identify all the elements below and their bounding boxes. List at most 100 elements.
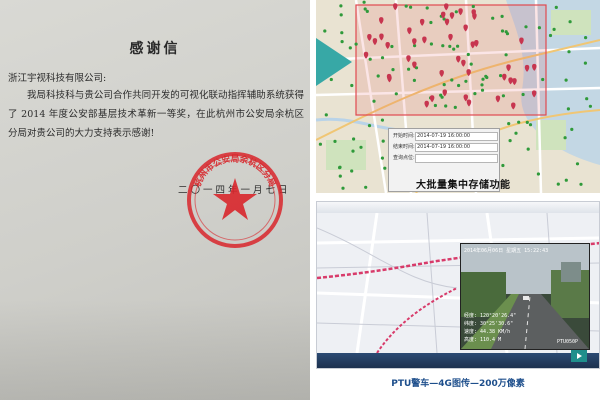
camera-point-icon[interactable]	[501, 163, 505, 168]
camera-point-icon[interactable]	[376, 74, 380, 78]
camera-point-icon[interactable]	[588, 104, 592, 108]
camera-point-icon[interactable]	[383, 166, 387, 170]
camera-point-icon[interactable]	[567, 50, 571, 54]
camera-point-icon[interactable]	[507, 122, 511, 126]
camera-point-icon[interactable]	[514, 131, 518, 135]
event-pin-icon[interactable]	[495, 95, 501, 103]
camera-point-icon[interactable]	[575, 162, 580, 166]
camera-point-icon[interactable]	[380, 56, 385, 60]
camera-point-icon[interactable]	[364, 185, 368, 189]
camera-field[interactable]	[415, 154, 498, 163]
event-pin-icon[interactable]	[429, 95, 435, 103]
camera-point-icon[interactable]	[564, 78, 568, 82]
camera-point-icon[interactable]	[564, 178, 568, 182]
event-pin-icon[interactable]	[443, 3, 449, 11]
camera-point-icon[interactable]	[333, 139, 337, 143]
camera-point-icon[interactable]	[517, 120, 521, 124]
camera-point-icon[interactable]	[469, 62, 473, 66]
camera-point-icon[interactable]	[354, 42, 358, 46]
camera-point-icon[interactable]	[499, 74, 503, 78]
camera-point-icon[interactable]	[528, 123, 533, 127]
end-time-field[interactable]: 2014-07-19 16:00:00	[415, 143, 498, 152]
event-pin-icon[interactable]	[407, 27, 412, 35]
camera-point-icon[interactable]	[339, 4, 343, 8]
event-pin-icon[interactable]	[512, 78, 517, 86]
event-pin-icon[interactable]	[406, 55, 411, 63]
camera-point-icon[interactable]	[363, 7, 367, 11]
event-pin-icon[interactable]	[439, 70, 444, 78]
camera-point-icon[interactable]	[500, 29, 505, 33]
event-pin-icon[interactable]	[524, 64, 530, 72]
camera-point-icon[interactable]	[365, 9, 369, 13]
camera-point-icon[interactable]	[505, 32, 510, 36]
camera-point-icon[interactable]	[526, 147, 530, 151]
camera-point-icon[interactable]	[429, 42, 433, 46]
camera-point-icon[interactable]	[351, 149, 355, 153]
camera-point-icon[interactable]	[394, 92, 398, 96]
camera-point-icon[interactable]	[481, 77, 485, 81]
camera-point-icon[interactable]	[324, 113, 328, 117]
camera-point-icon[interactable]	[441, 44, 445, 48]
camera-point-icon[interactable]	[568, 20, 572, 24]
camera-point-icon[interactable]	[433, 103, 437, 108]
camera-point-icon[interactable]	[552, 27, 556, 31]
camera-point-icon[interactable]	[484, 74, 488, 78]
camera-point-icon[interactable]	[566, 107, 570, 111]
ptu-video-window[interactable]: 2014年06月06日 星期五 15:22:43 经度: 120°20'26.4…	[460, 243, 590, 350]
camera-point-icon[interactable]	[473, 92, 477, 96]
event-pin-icon[interactable]	[379, 33, 384, 41]
camera-point-icon[interactable]	[554, 5, 558, 9]
camera-point-icon[interactable]	[471, 4, 475, 9]
camera-point-icon[interactable]	[352, 137, 356, 141]
event-pin-icon[interactable]	[372, 38, 378, 46]
camera-point-icon[interactable]	[409, 5, 413, 9]
camera-point-icon[interactable]	[563, 136, 567, 140]
camera-point-icon[interactable]	[454, 10, 458, 14]
camera-point-icon[interactable]	[579, 182, 583, 186]
camera-point-icon[interactable]	[381, 139, 385, 143]
event-pin-icon[interactable]	[444, 18, 450, 26]
camera-point-icon[interactable]	[501, 94, 505, 98]
event-pin-icon[interactable]	[519, 37, 524, 45]
event-pin-icon[interactable]	[393, 3, 398, 11]
camera-point-icon[interactable]	[444, 104, 448, 108]
event-pin-icon[interactable]	[442, 89, 447, 97]
camera-point-icon[interactable]	[491, 16, 495, 20]
camera-point-icon[interactable]	[524, 25, 528, 29]
camera-point-icon[interactable]	[521, 92, 525, 97]
camera-point-icon[interactable]	[584, 36, 588, 40]
event-pin-icon[interactable]	[463, 24, 468, 32]
camera-point-icon[interactable]	[367, 124, 372, 128]
start-time-field[interactable]: 2014-07-19 16:00:00	[415, 132, 498, 141]
event-pin-icon[interactable]	[419, 18, 425, 26]
event-pin-icon[interactable]	[466, 99, 472, 107]
event-pin-icon[interactable]	[412, 38, 417, 46]
camera-point-icon[interactable]	[508, 139, 512, 143]
event-pin-icon[interactable]	[448, 33, 453, 41]
camera-point-icon[interactable]	[480, 88, 485, 92]
camera-point-icon[interactable]	[380, 118, 384, 122]
camera-point-icon[interactable]	[368, 57, 372, 61]
camera-point-icon[interactable]	[350, 169, 354, 173]
event-pin-icon[interactable]	[511, 102, 516, 110]
camera-point-icon[interactable]	[457, 83, 461, 88]
camera-point-icon[interactable]	[585, 97, 589, 101]
camera-point-icon[interactable]	[548, 33, 553, 38]
event-pin-icon[interactable]	[502, 73, 507, 81]
camera-point-icon[interactable]	[362, 0, 366, 4]
event-pin-icon[interactable]	[458, 8, 463, 16]
event-pin-icon[interactable]	[461, 59, 466, 67]
camera-point-icon[interactable]	[338, 166, 342, 170]
camera-point-icon[interactable]	[450, 78, 454, 82]
camera-point-icon[interactable]	[448, 44, 452, 49]
camera-point-icon[interactable]	[583, 61, 587, 65]
camera-point-icon[interactable]	[425, 6, 429, 10]
event-pin-icon[interactable]	[422, 36, 427, 44]
camera-point-icon[interactable]	[412, 78, 416, 82]
event-pin-icon[interactable]	[474, 40, 479, 48]
event-pin-icon[interactable]	[456, 55, 461, 63]
camera-point-icon[interactable]	[372, 99, 376, 103]
camera-point-icon[interactable]	[318, 142, 322, 146]
camera-point-icon[interactable]	[390, 44, 394, 49]
camera-point-icon[interactable]	[452, 47, 456, 51]
